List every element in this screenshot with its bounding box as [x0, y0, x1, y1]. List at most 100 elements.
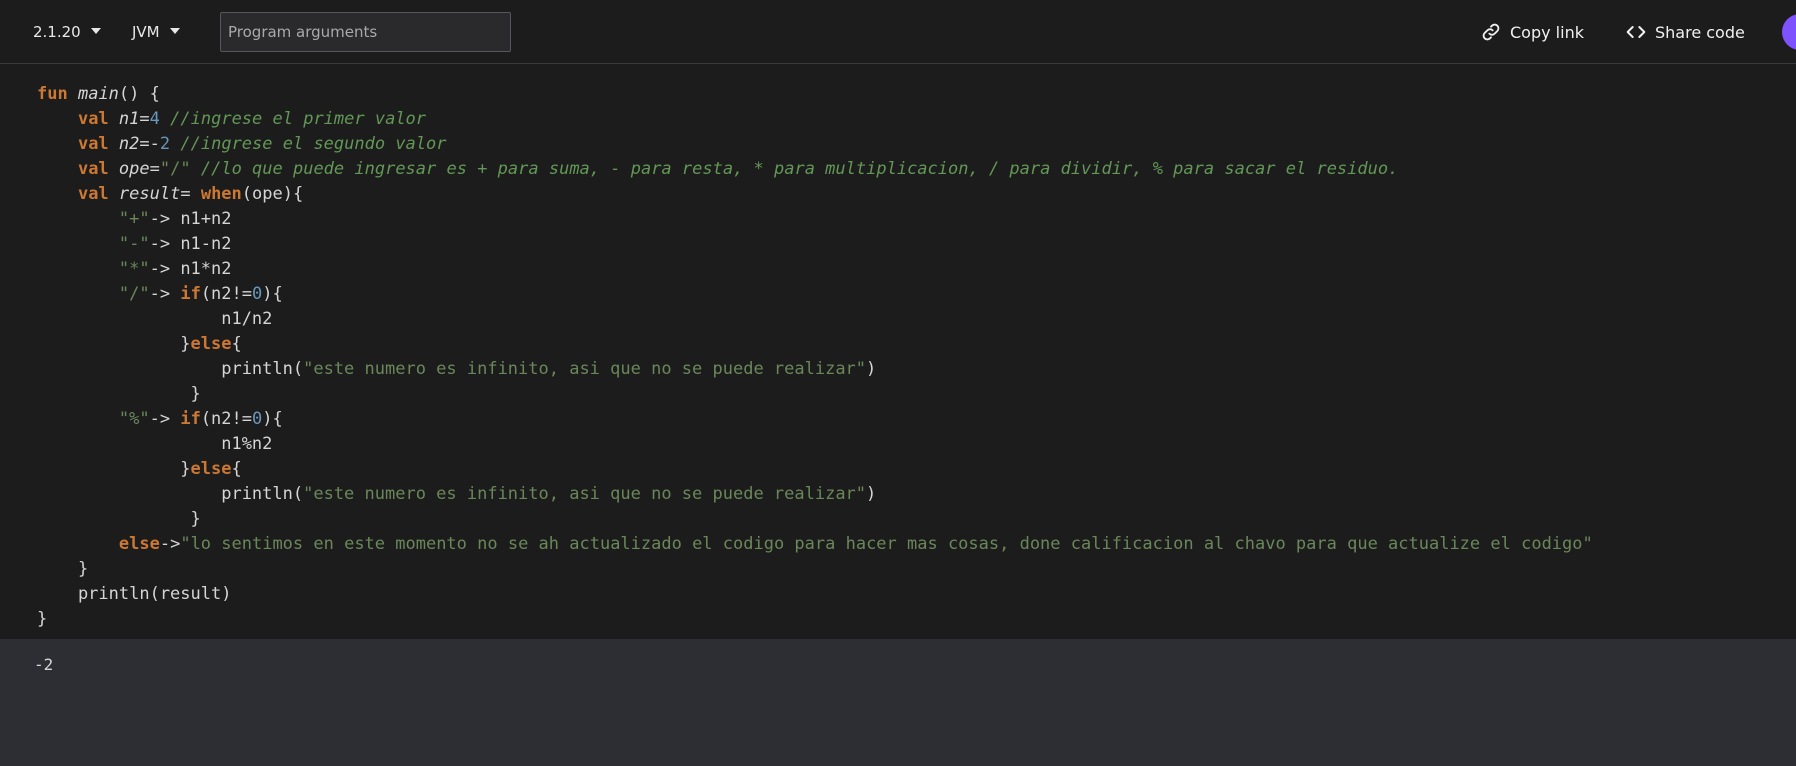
code-token: "/": [159, 159, 191, 179]
code-token: "+": [118, 209, 150, 229]
copy-link-label: Copy link: [1510, 22, 1584, 42]
code-line: println("este numero es infinito, asi qu…: [37, 357, 1593, 382]
version-label: 2.1.20: [33, 23, 81, 41]
code-token: =: [180, 184, 201, 204]
code-token: -> n1*n2: [149, 259, 232, 279]
code-line: }: [37, 607, 1593, 632]
code-token: "-": [118, 234, 150, 254]
code-line: n1/n2: [37, 307, 1593, 332]
code-token: 2: [159, 134, 171, 154]
platform-label: JVM: [132, 23, 160, 41]
code-line: val ope="/" //lo que puede ingresar es +…: [37, 157, 1593, 182]
code-token: //ingrese el primer valor: [170, 109, 427, 129]
code-line: else->"lo sentimos en este momento no se…: [37, 532, 1593, 557]
code-token: -> n1+n2: [149, 209, 232, 229]
version-dropdown[interactable]: 2.1.20: [33, 20, 101, 44]
code-token: }: [37, 509, 201, 529]
code-token: -> n1-n2: [149, 234, 232, 254]
code-token: ->: [159, 534, 181, 554]
chevron-down-icon: [169, 27, 180, 34]
code-token: (ope){: [241, 184, 304, 204]
code-token: {: [231, 334, 242, 354]
code-token: }: [37, 384, 201, 404]
code-token: 0: [252, 409, 263, 429]
code-token: //lo que puede ingresar es + para suma, …: [200, 159, 1399, 179]
code-line: }: [37, 507, 1593, 532]
code-token: =-: [139, 134, 160, 154]
code-token: ->: [149, 284, 181, 304]
code-line: "-"-> n1-n2: [37, 232, 1593, 257]
code-token: }: [37, 609, 48, 629]
code-token: ): [866, 359, 877, 379]
code-token: 0: [252, 284, 263, 304]
code-line: println(result): [37, 582, 1593, 607]
code-token: else: [190, 334, 232, 354]
program-arguments-input[interactable]: [220, 12, 511, 52]
code-token: "%": [118, 409, 150, 429]
code-editor[interactable]: fun main() { val n1=4 //ingrese el prime…: [0, 64, 1796, 639]
code-token: val: [77, 109, 109, 129]
code-token: n1/n2: [37, 309, 273, 329]
code-line: "/"-> if(n2!=0){: [37, 282, 1593, 307]
code-line: }else{: [37, 457, 1593, 482]
code-token: n2: [118, 134, 140, 154]
code-line: println("este numero es infinito, asi qu…: [37, 482, 1593, 507]
avatar[interactable]: [1782, 14, 1796, 50]
code-token: =: [139, 109, 150, 129]
code-token: if: [180, 284, 201, 304]
code-line: "*"-> n1*n2: [37, 257, 1593, 282]
code-line: n1%n2: [37, 432, 1593, 457]
share-code-button[interactable]: Share code: [1626, 18, 1745, 46]
code-line: val result= when(ope){: [37, 182, 1593, 207]
code-token: "*": [118, 259, 150, 279]
code-token: n1: [118, 109, 140, 129]
copy-link-button[interactable]: Copy link: [1481, 18, 1584, 46]
code-token: when: [200, 184, 242, 204]
platform-dropdown[interactable]: JVM: [132, 20, 180, 44]
toolbar: 2.1.20 JVM Copy link Share code: [0, 0, 1796, 64]
kotlin-playground: 2.1.20 JVM Copy link Share code fun main…: [0, 0, 1796, 766]
code-token: println(: [37, 359, 304, 379]
code-token: //ingrese el segundo valor: [180, 134, 447, 154]
code-content[interactable]: fun main() { val n1=4 //ingrese el prime…: [37, 82, 1593, 632]
output-panel: -2: [0, 639, 1796, 766]
link-icon: [1482, 23, 1500, 41]
code-token: println(result): [37, 584, 232, 604]
code-token: println(: [37, 484, 304, 504]
code-token: val: [77, 184, 109, 204]
output-text: -2: [34, 655, 54, 674]
code-token: else: [190, 459, 232, 479]
code-token: ){: [262, 284, 283, 304]
code-token: fun: [37, 84, 68, 104]
code-token: 4: [149, 109, 160, 129]
code-token: result: [118, 184, 181, 204]
code-token: {: [231, 459, 242, 479]
code-token: "lo sentimos en este momento no se ah ac…: [180, 534, 1593, 554]
code-line: }: [37, 557, 1593, 582]
share-code-label: Share code: [1655, 22, 1745, 42]
code-line: "+"-> n1+n2: [37, 207, 1593, 232]
code-token: }: [37, 559, 89, 579]
code-token: n1%n2: [37, 434, 273, 454]
code-token: val: [77, 134, 109, 154]
code-token: (n2!=: [200, 284, 252, 304]
code-line: }: [37, 382, 1593, 407]
code-token: }: [37, 334, 191, 354]
code-token: "este numero es infinito, asi que no se …: [303, 359, 867, 379]
code-token: else: [118, 534, 160, 554]
code-line: val n1=4 //ingrese el primer valor: [37, 107, 1593, 132]
